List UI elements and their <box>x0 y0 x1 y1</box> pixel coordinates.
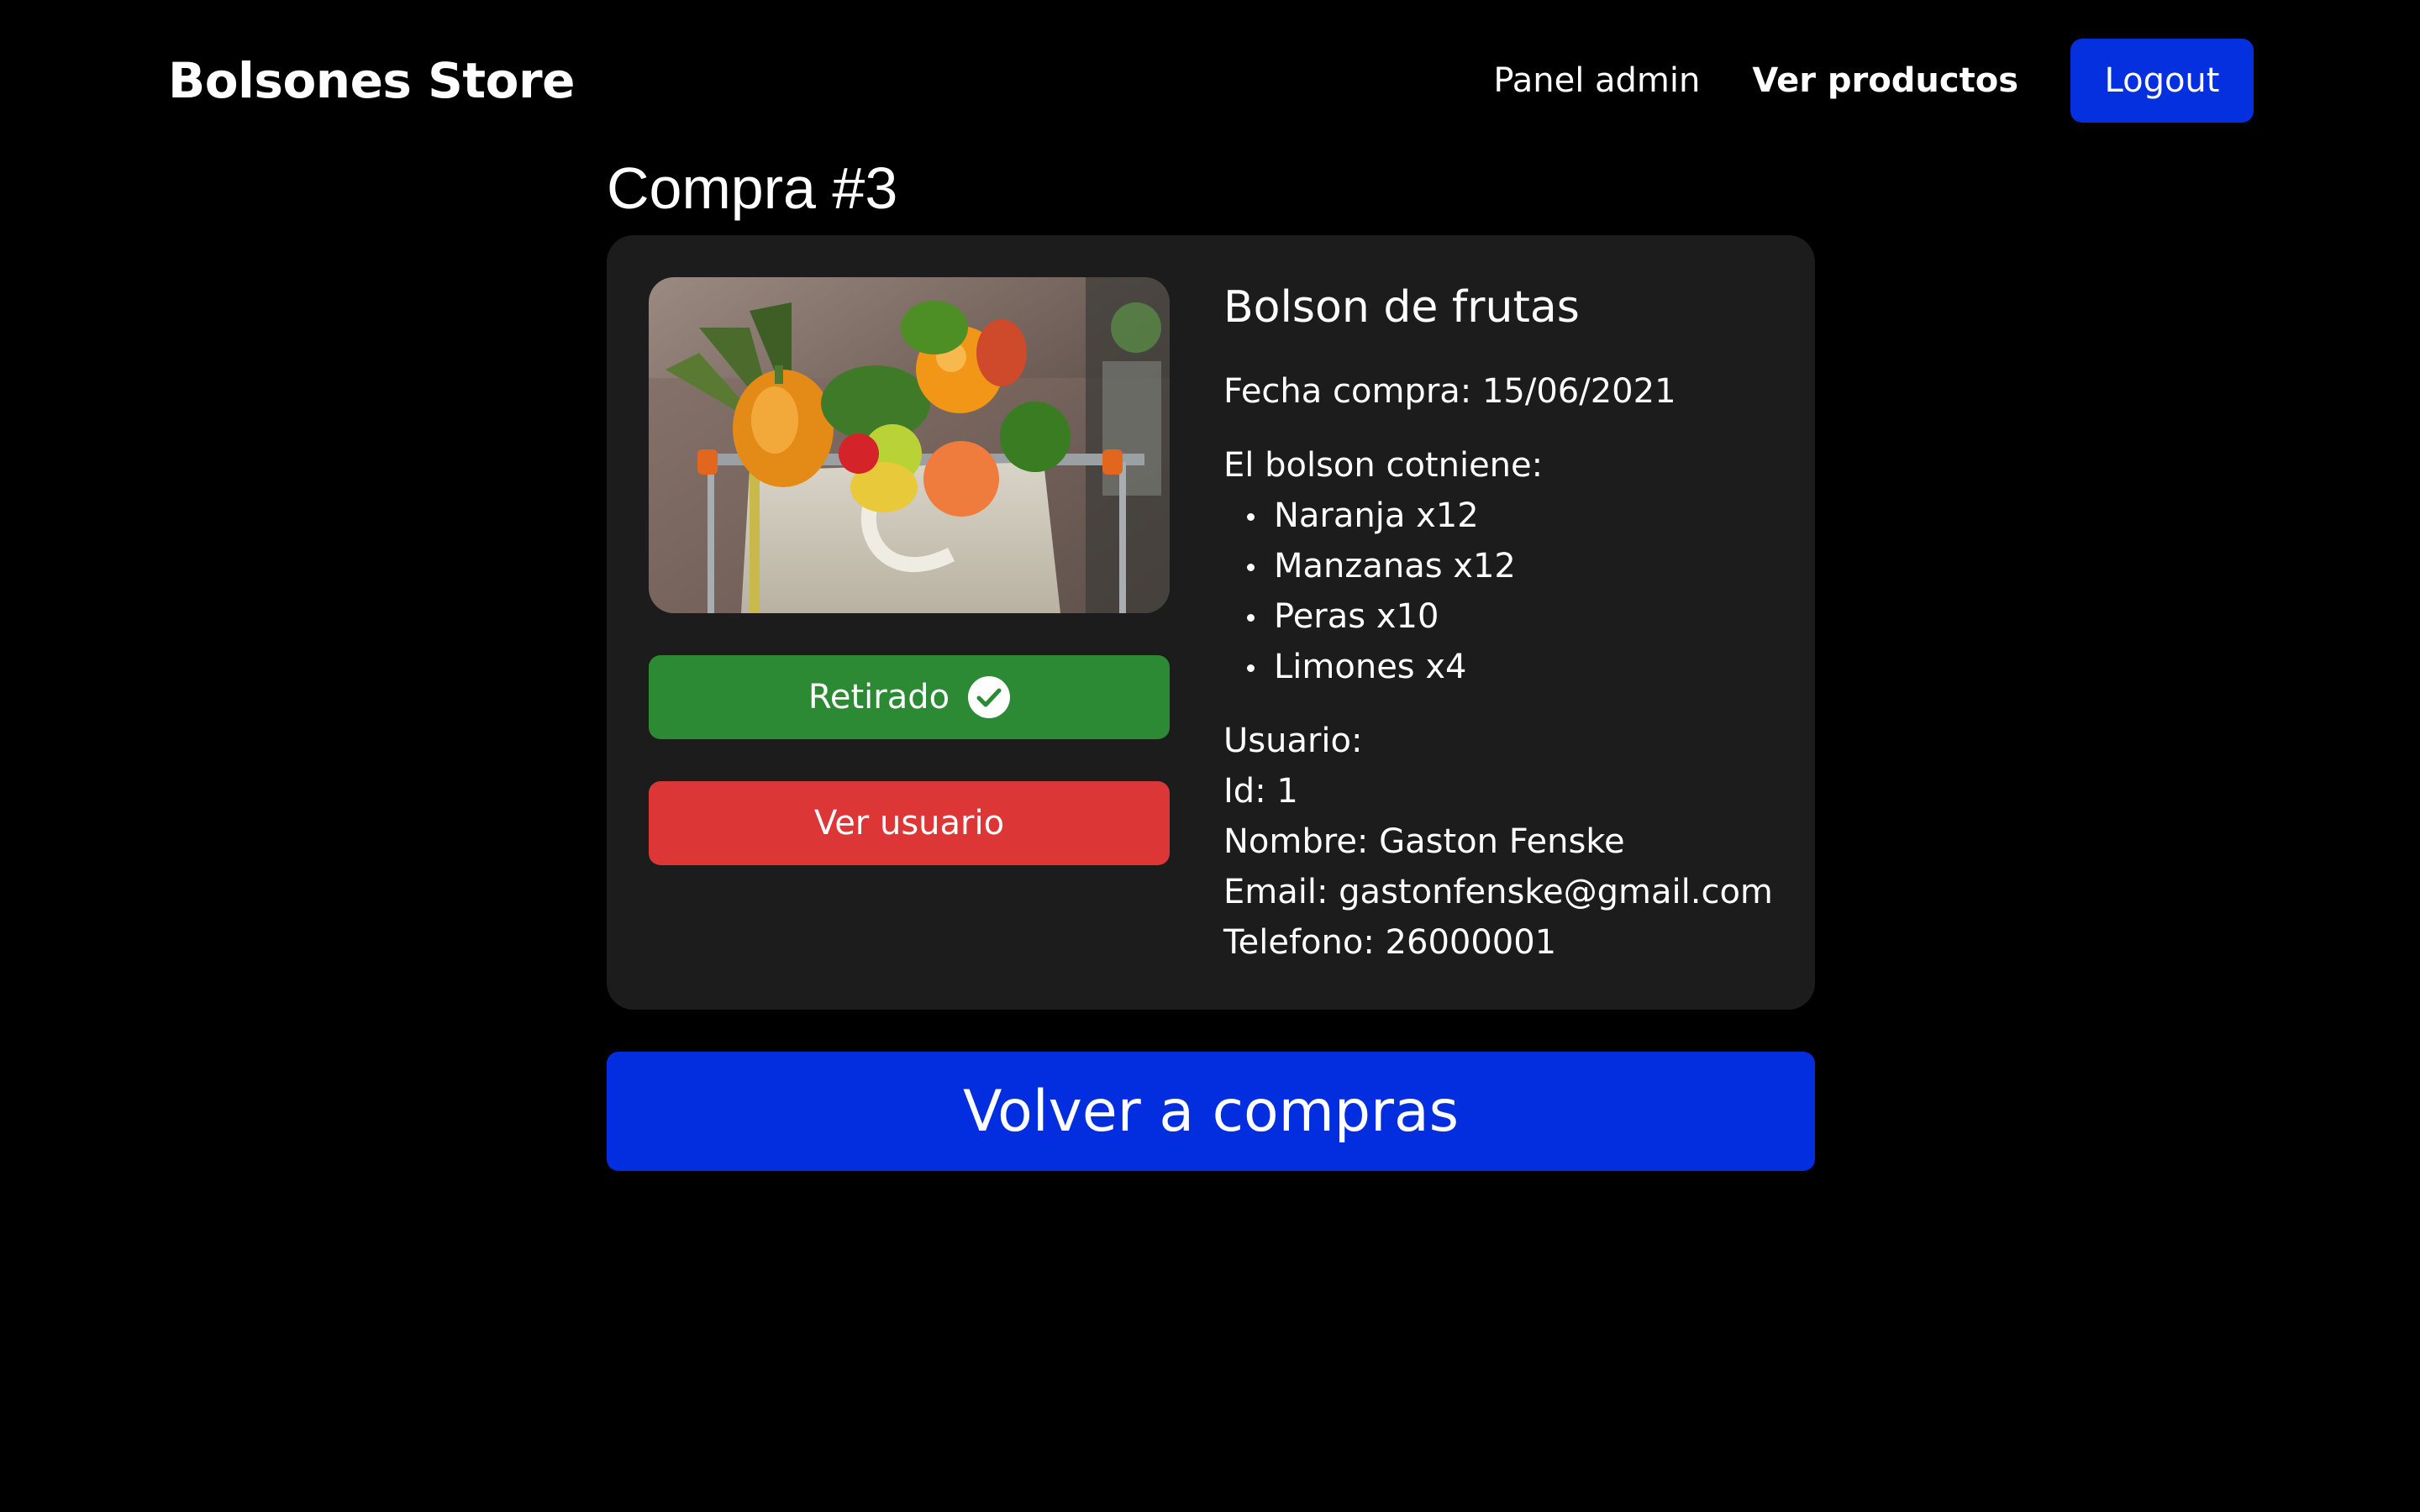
brand-logo[interactable]: Bolsones Store <box>168 52 575 109</box>
product-image <box>649 277 1170 613</box>
back-to-purchases-button[interactable]: Volver a compras <box>607 1052 1815 1171</box>
list-item: Manzanas x12 <box>1247 541 1795 591</box>
page-title: Compra #3 <box>607 155 898 221</box>
product-name: Bolson de frutas <box>1223 282 1580 333</box>
list-item: Limones x4 <box>1247 642 1795 692</box>
user-heading: Usuario: <box>1223 722 1363 760</box>
nav-link-ver-productos[interactable]: Ver productos <box>1752 61 2018 100</box>
status-retirado-badge[interactable]: Retirado <box>649 655 1170 739</box>
user-name: Nombre: Gaston Fenske <box>1223 822 1625 861</box>
check-circle-icon <box>968 676 1011 718</box>
user-id: Id: 1 <box>1223 772 1298 811</box>
purchase-date: Fecha compra: 15/06/2021 <box>1223 372 1676 411</box>
contents-label: El bolson cotniene: <box>1223 446 1544 485</box>
order-details: Bolson de frutas Fecha compra: 15/06/202… <box>1223 282 1795 968</box>
order-card: Retirado Ver usuario Bolson de frutas Fe… <box>607 235 1815 1010</box>
list-item: Peras x10 <box>1247 591 1795 642</box>
user-email: Email: gastonfenske@gmail.com <box>1223 873 1773 911</box>
contents-list: Naranja x12 Manzanas x12 Peras x10 Limon… <box>1223 491 1795 692</box>
list-item: Naranja x12 <box>1247 491 1795 541</box>
nav-link-panel-admin[interactable]: Panel admin <box>1493 61 1700 100</box>
page: Bolsones Store Panel admin Ver productos… <box>0 0 2420 1512</box>
logout-button[interactable]: Logout <box>2070 39 2254 123</box>
top-nav: Panel admin Ver productos Logout <box>1493 39 2254 123</box>
status-label: Retirado <box>808 678 950 717</box>
user-phone: Telefono: 26000001 <box>1223 923 1557 962</box>
view-user-button[interactable]: Ver usuario <box>649 781 1170 865</box>
